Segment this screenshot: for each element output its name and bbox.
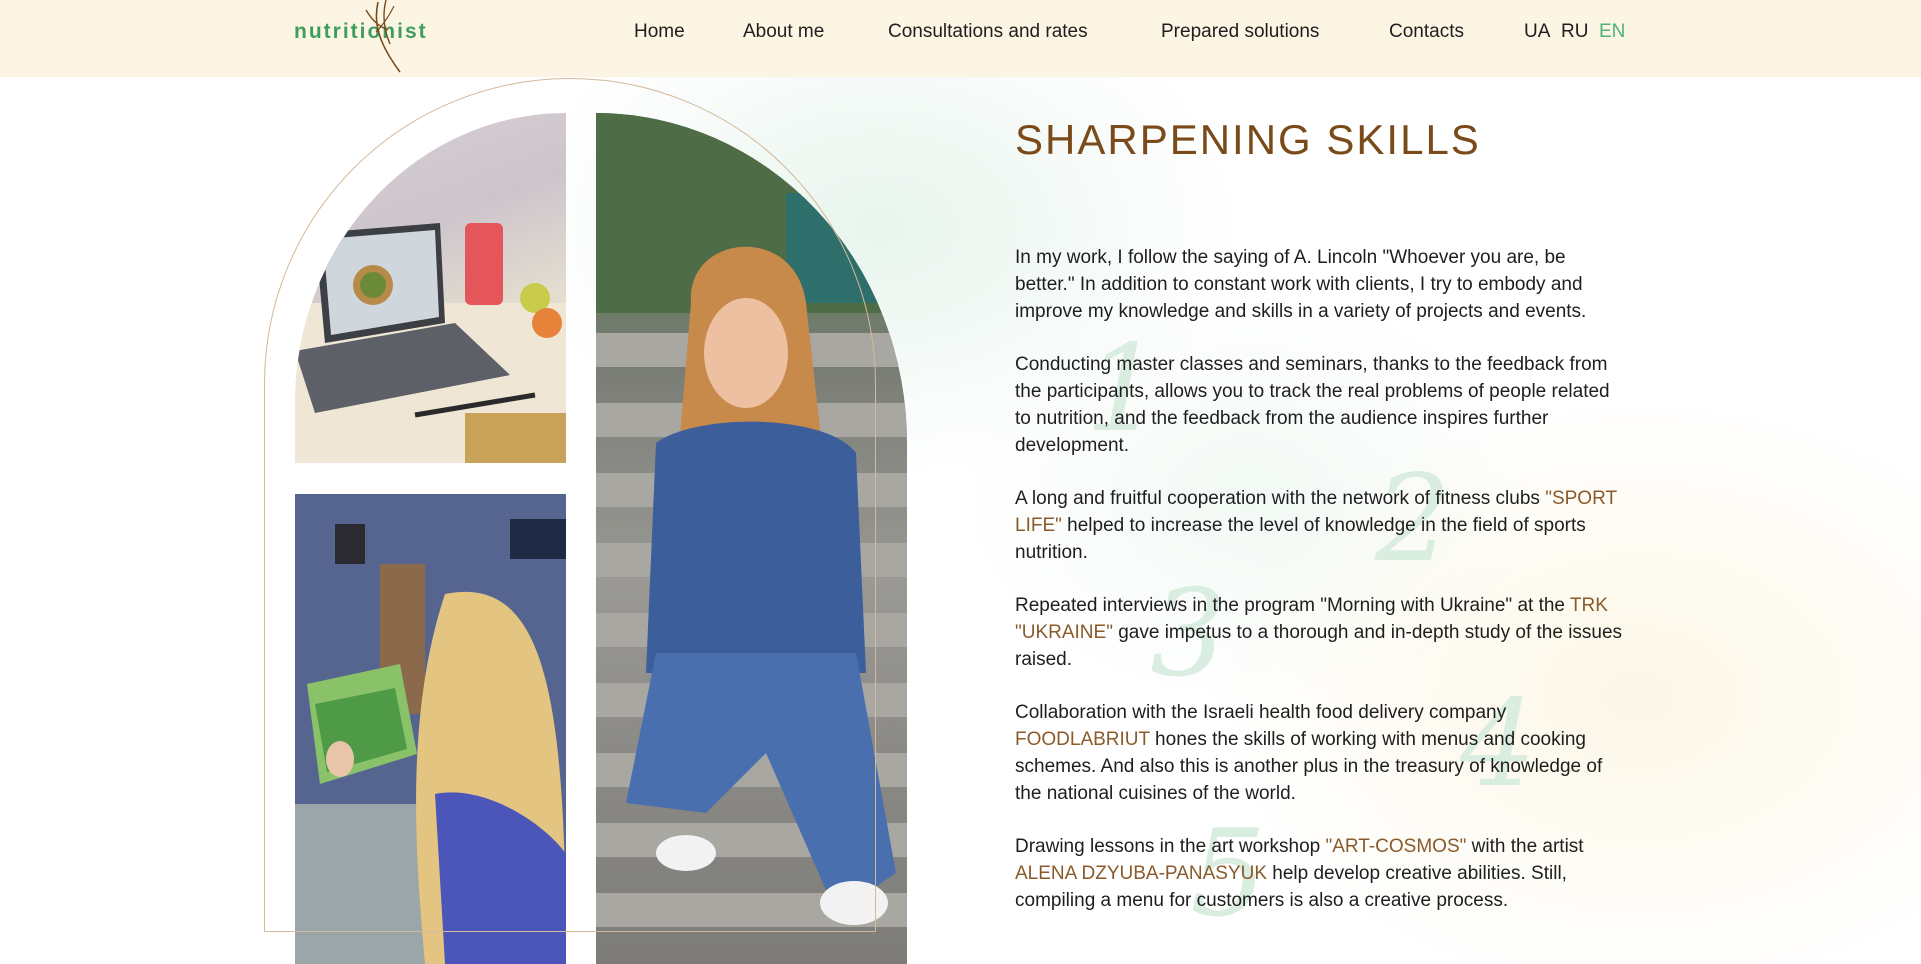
paragraph: A long and fruitful cooperation with the… [1015, 485, 1625, 566]
lang-ua[interactable]: UA [1524, 21, 1550, 43]
highlight-art-cosmos: "ART-COSMOS" [1325, 836, 1467, 857]
section-content: In my work, I follow the saying of A. Li… [1015, 244, 1625, 940]
paragraph-text: Drawing lessons in the art workshop [1015, 836, 1326, 857]
section-title: SHARPENING SKILLS [1015, 116, 1481, 163]
paragraph-text: In my work, I follow the saying of A. Li… [1015, 247, 1587, 322]
paragraph-text: Repeated interviews in the program "Morn… [1015, 595, 1570, 616]
nav-contacts[interactable]: Contacts [1389, 21, 1464, 43]
nav-home[interactable]: Home [634, 21, 685, 43]
nav-consultations[interactable]: Consultations and rates [888, 21, 1088, 43]
logo-wheat-icon [365, 0, 401, 73]
paragraph-text: with the artist [1466, 836, 1584, 857]
lang-ru[interactable]: RU [1561, 21, 1588, 43]
paragraph-text: Collaboration with the Israeli health fo… [1015, 702, 1507, 723]
nav-prepared-solutions[interactable]: Prepared solutions [1161, 21, 1319, 43]
painting-photo [295, 494, 566, 964]
paragraph-text: A long and fruitful cooperation with the… [1015, 488, 1546, 509]
paragraph-text: helped to increase the level of knowledg… [1015, 515, 1586, 563]
paragraph-text: Conducting master classes and seminars, … [1015, 354, 1610, 456]
background-glow [0, 77, 1921, 964]
lang-en[interactable]: EN [1599, 21, 1625, 43]
site-header: nutritionist Home About me Consultations… [0, 0, 1921, 77]
paragraph: Conducting master classes and seminars, … [1015, 351, 1625, 459]
paragraph: Repeated interviews in the program "Morn… [1015, 592, 1625, 673]
painting-illustration [295, 494, 566, 964]
nav-about-me[interactable]: About me [743, 21, 824, 43]
paragraph: Drawing lessons in the art workshop "ART… [1015, 833, 1625, 914]
paragraph: Collaboration with the Israeli health fo… [1015, 699, 1625, 807]
paragraph: In my work, I follow the saying of A. Li… [1015, 244, 1625, 325]
highlight-artist-name: ALENA DZYUBA-PANASYUK [1015, 863, 1268, 884]
highlight-foodlabriut: FOODLABRIUT [1015, 729, 1150, 750]
